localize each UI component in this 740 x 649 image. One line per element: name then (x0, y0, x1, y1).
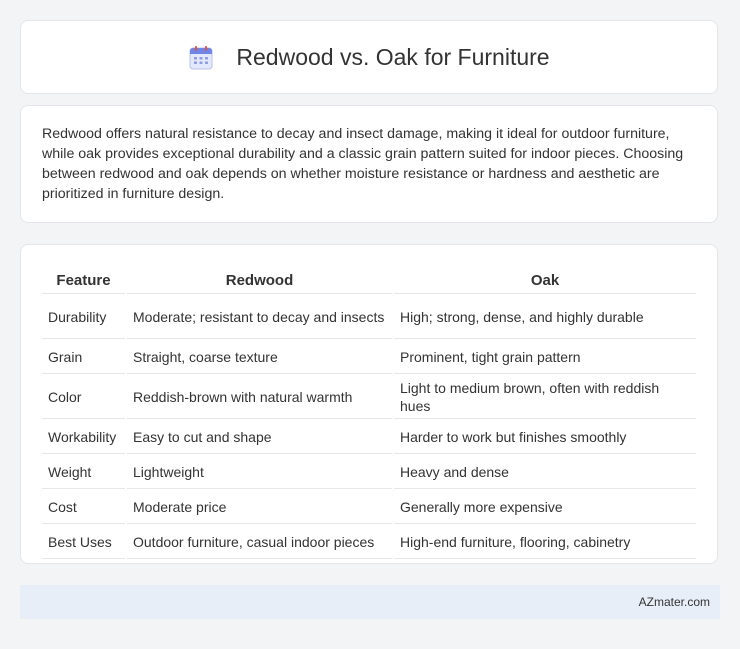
redwood-cell: Straight, coarse texture (127, 341, 392, 374)
oak-cell: Generally more expensive (394, 491, 696, 524)
redwood-cell: Outdoor furniture, casual indoor pieces (127, 526, 392, 559)
comparison-table: Feature Redwood Oak Durability Moderate;… (40, 265, 698, 561)
table-row: Grain Straight, coarse texture Prominent… (42, 341, 696, 374)
oak-cell: High-end furniture, flooring, cabinetry (394, 526, 696, 559)
feature-cell: Workability (42, 421, 125, 454)
feature-cell: Weight (42, 456, 125, 489)
oak-cell: Prominent, tight grain pattern (394, 341, 696, 374)
intro-card: Redwood offers natural resistance to dec… (20, 105, 718, 223)
oak-cell: Heavy and dense (394, 456, 696, 489)
feature-cell: Cost (42, 491, 125, 524)
column-header-oak: Oak (394, 267, 696, 294)
intro-text: Redwood offers natural resistance to dec… (42, 126, 684, 202)
comparison-table-card: Feature Redwood Oak Durability Moderate;… (20, 244, 718, 564)
table-row: Best Uses Outdoor furniture, casual indo… (42, 526, 696, 559)
column-header-feature: Feature (42, 267, 125, 294)
redwood-cell: Lightweight (127, 456, 392, 489)
title-card: Redwood vs. Oak for Furniture (20, 20, 718, 94)
oak-cell: High; strong, dense, and highly durable (394, 296, 696, 339)
feature-cell: Color (42, 376, 125, 419)
redwood-cell: Reddish-brown with natural warmth (127, 376, 392, 419)
table-header-row: Feature Redwood Oak (42, 267, 696, 294)
oak-cell: Light to medium brown, often with reddis… (394, 376, 696, 419)
redwood-cell: Moderate price (127, 491, 392, 524)
table-row: Workability Easy to cut and shape Harder… (42, 421, 696, 454)
footer-brand: AZmater.com (638, 595, 710, 609)
table-row: Cost Moderate price Generally more expen… (42, 491, 696, 524)
table-row: Weight Lightweight Heavy and dense (42, 456, 696, 489)
table-row: Color Reddish-brown with natural warmth … (42, 376, 696, 419)
feature-cell: Grain (42, 341, 125, 374)
column-header-redwood: Redwood (127, 267, 392, 294)
table-row: Durability Moderate; resistant to decay … (42, 296, 696, 339)
footer: AZmater.com (20, 585, 720, 619)
feature-cell: Best Uses (42, 526, 125, 559)
oak-cell: Harder to work but finishes smoothly (394, 421, 696, 454)
redwood-cell: Moderate; resistant to decay and insects (127, 296, 392, 339)
redwood-cell: Easy to cut and shape (127, 421, 392, 454)
feature-cell: Durability (42, 296, 125, 339)
calendar-icon (189, 46, 213, 70)
page-title: Redwood vs. Oak for Furniture (236, 43, 550, 70)
